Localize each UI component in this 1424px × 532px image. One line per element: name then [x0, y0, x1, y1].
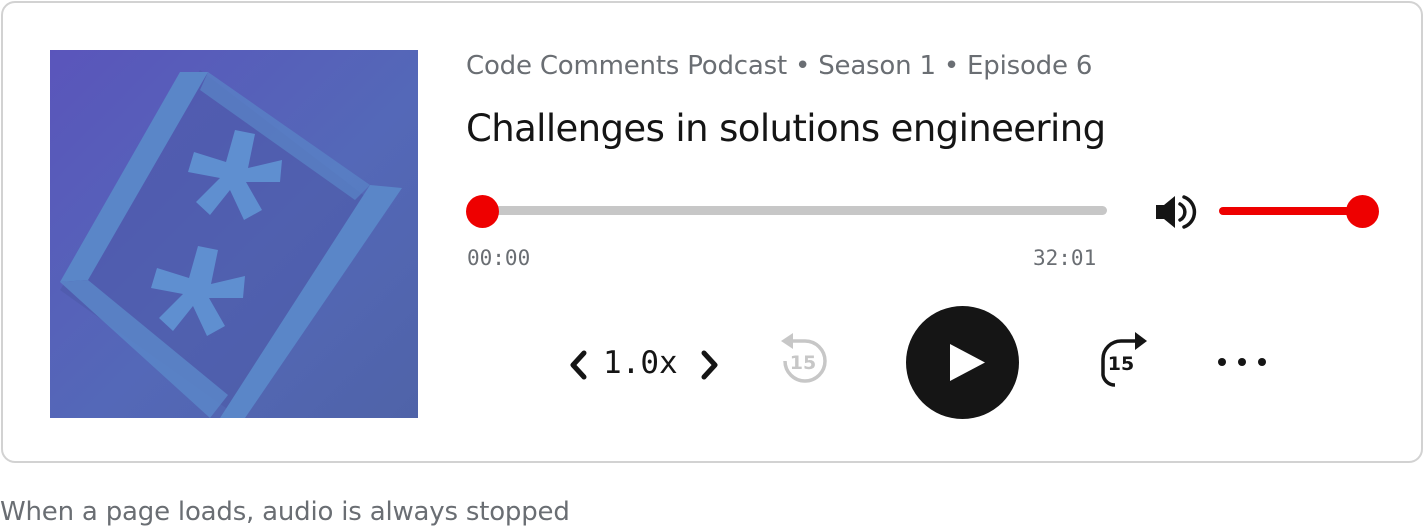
- volume-icon: [1156, 195, 1197, 229]
- play-button[interactable]: [906, 306, 1019, 419]
- playback-speed-label: 1.0x: [603, 345, 678, 381]
- decrease-speed-button[interactable]: [565, 348, 595, 382]
- episode-meta: Code Comments Podcast • Season 1 • Episo…: [466, 51, 1093, 81]
- seek-thumb[interactable]: [466, 195, 499, 228]
- volume-thumb[interactable]: [1346, 195, 1379, 228]
- chevron-left-icon: [570, 350, 587, 380]
- forward-seconds-label: 15: [1108, 353, 1134, 375]
- podcast-cover-image: [50, 50, 418, 418]
- audio-player: Code Comments Podcast • Season 1 • Episo…: [1, 1, 1423, 463]
- forward-icon: 15: [1101, 332, 1147, 387]
- increase-speed-button[interactable]: [693, 348, 723, 382]
- more-options-button[interactable]: [1209, 347, 1273, 379]
- play-icon: [950, 344, 985, 381]
- rewind-seconds-label: 15: [790, 352, 816, 374]
- total-duration: 32:01: [1033, 246, 1097, 270]
- rewind-15-button[interactable]: 15: [773, 329, 837, 393]
- mute-button[interactable]: [1153, 191, 1205, 233]
- episode-title: Challenges in solutions engineering: [466, 107, 1106, 150]
- current-time: 00:00: [467, 246, 531, 270]
- rewind-icon: 15: [781, 333, 827, 383]
- more-horizontal-icon: [1218, 358, 1266, 366]
- volume-slider[interactable]: [1219, 207, 1365, 215]
- seek-bar[interactable]: [481, 206, 1107, 215]
- forward-15-button[interactable]: 15: [1089, 327, 1153, 391]
- behavior-caption: When a page loads, audio is always stopp…: [0, 497, 570, 527]
- chevron-right-icon: [701, 350, 718, 380]
